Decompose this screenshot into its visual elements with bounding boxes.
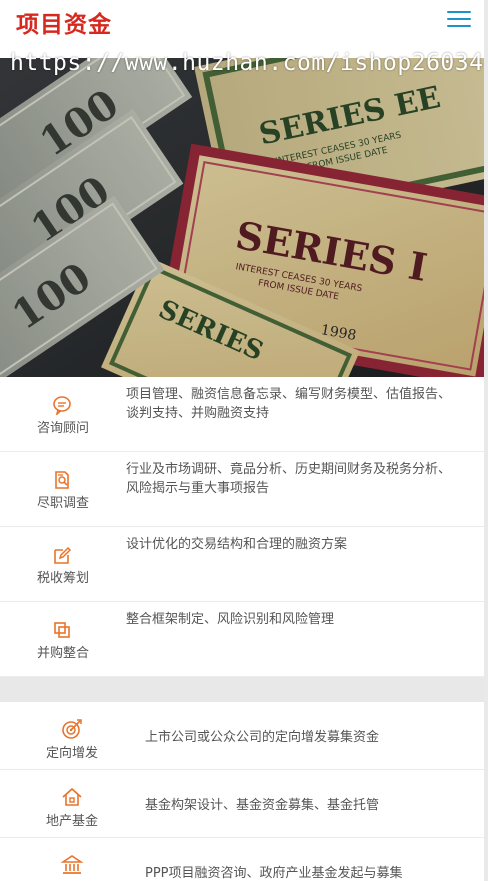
service-name: 尽职调查 xyxy=(36,496,89,511)
hamburger-menu-icon[interactable] xyxy=(446,8,474,30)
fund-description: 上市公司或公众公司的定向增发募集资金 xyxy=(145,730,380,745)
service-item-mna-integration[interactable]: 并购整合 整合框架制定、风险识别和风险管理 xyxy=(0,602,484,677)
service-description: 整合框架制定、风险识别和风险管理 xyxy=(126,612,335,627)
target-icon xyxy=(62,719,82,739)
service-item-tax-planning[interactable]: 税收筹划 设计优化的交易结构和合理的融资方案 xyxy=(0,527,484,602)
chat-bubble-icon xyxy=(53,396,71,415)
document-search-icon xyxy=(55,471,69,489)
edit-note-icon xyxy=(54,546,72,564)
house-icon xyxy=(62,787,82,806)
service-item-due-diligence[interactable]: 尽职调查 行业及市场调研、竟品分析、历史期间财务及税务分析、风险揭示与重大事项报… xyxy=(0,452,484,527)
fund-item-ppp[interactable]: PPP项目融资咨询、政府产业基金发起与募集 xyxy=(0,838,484,881)
service-name: 咨询顾问 xyxy=(36,421,89,436)
top-header: 项目资金 xyxy=(0,0,484,44)
fund-description: PPP项目融资咨询、政府产业基金发起与募集 xyxy=(145,866,403,881)
fund-item-real-estate[interactable]: 地产基金 基金构架设计、基金资金募集、基金托管 xyxy=(0,770,484,838)
service-name: 并购整合 xyxy=(36,646,89,661)
hero-banner-image: SERIES EE INTEREST CEASES 30 YEARS FROM … xyxy=(0,58,484,377)
service-name: 税收筹划 xyxy=(36,571,89,586)
vertical-scrollbar[interactable] xyxy=(484,0,488,881)
service-description: 行业及市场调研、竟品分析、历史期间财务及税务分析、风险揭示与重大事项报告 xyxy=(126,462,452,496)
bank-building-icon xyxy=(61,855,83,874)
fund-name: 定向增发 xyxy=(45,746,98,761)
merge-squares-icon xyxy=(54,622,70,638)
service-description: 设计优化的交易结构和合理的融资方案 xyxy=(126,537,348,552)
money-bonds-illustration: SERIES EE INTEREST CEASES 30 YEARS FROM … xyxy=(0,58,484,377)
fund-name: 地产基金 xyxy=(45,814,98,829)
service-description: 项目管理、融资信息备忘录、编写财务模型、估值报告、谈判支持、并购融资支持 xyxy=(126,387,452,421)
fund-description: 基金构架设计、基金资金募集、基金托管 xyxy=(145,798,380,813)
fund-list: 定向增发 上市公司或公众公司的定向增发募集资金 地产基金 基金构架设计、基金资金… xyxy=(0,702,484,881)
site-logo[interactable]: 项目资金 xyxy=(16,5,112,39)
fund-item-private-placement[interactable]: 定向增发 上市公司或公众公司的定向增发募集资金 xyxy=(0,702,484,770)
service-item-consulting[interactable]: 咨询顾问 项目管理、融资信息备忘录、编写财务模型、估值报告、谈判支持、并购融资支… xyxy=(0,377,484,452)
service-list: 咨询顾问 项目管理、融资信息备忘录、编写财务模型、估值报告、谈判支持、并购融资支… xyxy=(0,377,484,677)
section-divider xyxy=(0,677,484,702)
watermark-url: https://www.huzhan.com/ishop26034 xyxy=(10,50,484,76)
